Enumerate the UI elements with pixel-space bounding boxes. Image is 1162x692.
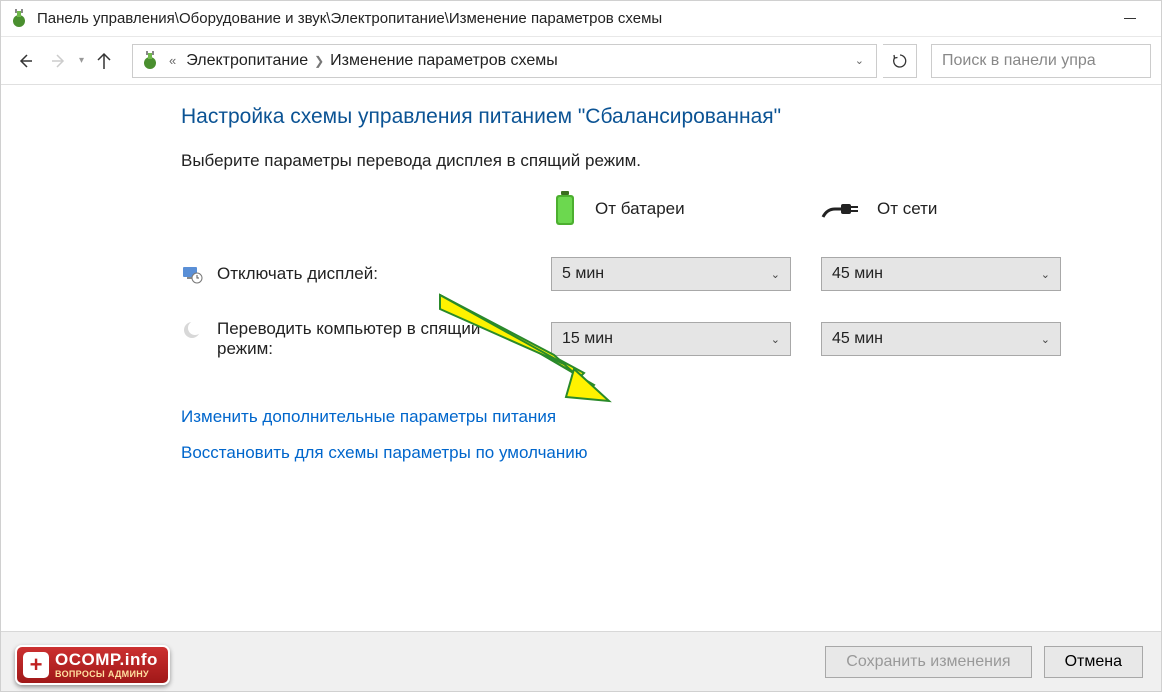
power-plan-icon — [139, 50, 161, 72]
window-title: Панель управления\Оборудование и звук\Эл… — [37, 10, 1107, 27]
sleep-battery-value: 15 мин — [562, 330, 613, 348]
links-section: Изменить дополнительные параметры питани… — [181, 407, 1161, 463]
link-advanced-power[interactable]: Изменить дополнительные параметры питани… — [181, 407, 1161, 427]
row-sleep: Переводить компьютер в спящий режим: — [181, 319, 551, 359]
refresh-button[interactable] — [883, 44, 917, 78]
settings-grid: От батареи От сети Отключать дисплей: 5 … — [181, 189, 1161, 359]
row-sleep-label: Переводить компьютер в спящий режим: — [217, 319, 527, 359]
forward-button[interactable] — [45, 47, 73, 75]
watermark-sub: ВОПРОСЫ АДМИНУ — [55, 670, 158, 679]
sleep-plugged-value: 45 мин — [832, 330, 883, 348]
search-placeholder: Поиск в панели упра — [942, 52, 1096, 70]
sleep-plugged-dropdown[interactable]: 45 мин ⌄ — [821, 322, 1061, 356]
search-input[interactable]: Поиск в панели упра — [931, 44, 1151, 78]
row-display-off: Отключать дисплей: — [181, 263, 551, 285]
content-area: Настройка схемы управления питанием "Сба… — [1, 85, 1161, 463]
navigation-toolbar: ▾ « Электропитание ❯ Изменение параметро… — [1, 37, 1161, 85]
link-restore-defaults[interactable]: Восстановить для схемы параметры по умол… — [181, 443, 1161, 463]
display-off-plugged-dropdown[interactable]: 45 мин ⌄ — [821, 257, 1061, 291]
chevron-down-icon: ⌄ — [771, 268, 780, 281]
history-dropdown-icon[interactable]: ▾ — [79, 55, 84, 66]
address-dropdown-icon[interactable]: ⌄ — [849, 54, 870, 67]
chevron-down-icon: ⌄ — [1041, 268, 1050, 281]
plug-icon — [821, 195, 861, 223]
column-header-plugged: От сети — [821, 195, 1061, 223]
row-display-off-label: Отключать дисплей: — [217, 264, 378, 284]
page-title: Настройка схемы управления питанием "Сба… — [181, 105, 1161, 129]
breadcrumb-power[interactable]: Электропитание — [180, 52, 314, 70]
watermark-plus-icon: + — [23, 652, 49, 678]
monitor-clock-icon — [181, 263, 203, 285]
display-off-plugged-value: 45 мин — [832, 265, 883, 283]
watermark-main: OCOMP.info — [55, 651, 158, 668]
address-bar[interactable]: « Электропитание ❯ Изменение параметров … — [132, 44, 877, 78]
watermark-badge: + OCOMP.info ВОПРОСЫ АДМИНУ — [15, 645, 170, 685]
up-button[interactable] — [90, 47, 118, 75]
minimize-button[interactable] — [1107, 4, 1153, 34]
display-off-battery-dropdown[interactable]: 5 мин ⌄ — [551, 257, 791, 291]
breadcrumb-overflow-icon[interactable]: « — [165, 53, 180, 68]
breadcrumb-edit-plan[interactable]: Изменение параметров схемы — [324, 52, 564, 70]
breadcrumb-separator-icon: ❯ — [314, 54, 324, 68]
sleep-battery-dropdown[interactable]: 15 мин ⌄ — [551, 322, 791, 356]
battery-icon — [551, 189, 579, 229]
column-header-plugged-label: От сети — [877, 199, 937, 219]
chevron-down-icon: ⌄ — [771, 333, 780, 346]
window-titlebar: Панель управления\Оборудование и звук\Эл… — [1, 1, 1161, 37]
save-button[interactable]: Сохранить изменения — [825, 646, 1031, 678]
chevron-down-icon: ⌄ — [1041, 333, 1050, 346]
column-header-battery-label: От батареи — [595, 199, 685, 219]
back-button[interactable] — [11, 47, 39, 75]
page-subheading: Выберите параметры перевода дисплея в сп… — [181, 151, 1161, 171]
moon-icon — [181, 319, 203, 341]
column-header-battery: От батареи — [551, 189, 791, 229]
power-plan-app-icon — [9, 9, 29, 29]
display-off-battery-value: 5 мин — [562, 265, 604, 283]
cancel-button[interactable]: Отмена — [1044, 646, 1143, 678]
footer-bar: Сохранить изменения Отмена — [1, 631, 1161, 691]
